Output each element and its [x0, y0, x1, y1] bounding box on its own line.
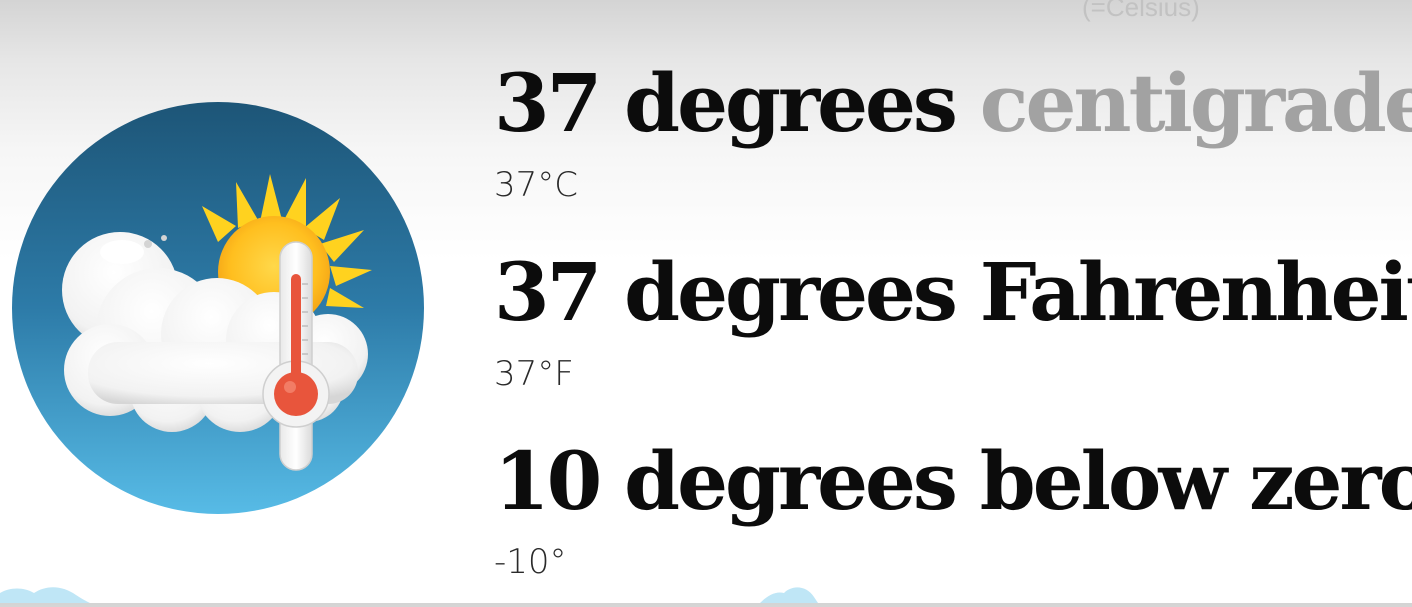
phrase-fahrenheit-main: 37 degrees Fahrenheit — [494, 245, 1412, 339]
phrase-below-zero-main: 10 degrees below zero — [494, 434, 1412, 528]
phrase-centigrade: 37 degrees centigrade — [494, 63, 1412, 143]
weather-thermometer-icon — [12, 102, 424, 514]
bottom-cloud-decoration — [0, 583, 1412, 603]
symbol-fahrenheit: 37°F — [494, 354, 574, 394]
phrase-fahrenheit: 37 degrees Fahrenheit — [494, 252, 1412, 332]
symbol-celsius: 37°C — [494, 165, 579, 205]
phrase-below-zero: 10 degrees below zero — [494, 441, 1412, 521]
phrase-centigrade-main: 37 degrees — [494, 56, 980, 150]
celsius-note: (=Celsius) — [1082, 0, 1200, 22]
symbol-below-zero: -10° — [494, 542, 567, 582]
phrase-centigrade-muted: centigrade — [979, 56, 1412, 150]
